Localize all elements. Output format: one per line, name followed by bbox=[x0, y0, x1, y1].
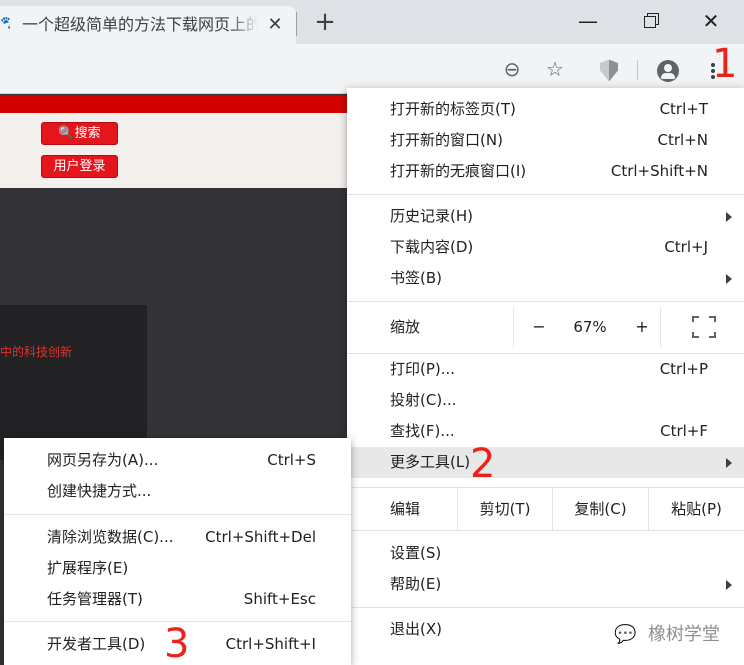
menu-item-label: 书签(B) bbox=[390, 269, 442, 287]
menu-item-more-tools[interactable]: 更多工具(L) bbox=[347, 447, 744, 478]
watermark-text: 橡树学堂 bbox=[648, 624, 720, 645]
close-tab-icon[interactable]: ✕ bbox=[263, 13, 287, 37]
page-login-button[interactable]: 用户登录 bbox=[41, 155, 118, 178]
menu-item-shortcut: Ctrl+Shift+N bbox=[610, 162, 708, 180]
menu-item-label: 历史记录(H) bbox=[390, 207, 473, 225]
menu-item-label: 开发者工具(D) bbox=[47, 635, 146, 653]
zoom-label: 缩放 bbox=[390, 318, 421, 336]
step-annotation-1: 1 bbox=[712, 41, 738, 87]
menu-item-new-incognito[interactable]: 打开新的无痕窗口(I) Ctrl+Shift+N bbox=[347, 156, 744, 187]
menu-item-shortcut: Ctrl+S bbox=[267, 451, 316, 469]
avatar bbox=[657, 59, 679, 82]
submenu-item-task-manager[interactable]: 任务管理器(T) Shift+Esc bbox=[4, 584, 351, 615]
zoom-in-button[interactable]: + bbox=[627, 307, 657, 347]
tab-title: 一个超级简单的方法下载网页上的 bbox=[22, 15, 258, 34]
chrome-main-menu: 打开新的标签页(T) Ctrl+T 打开新的窗口(N) Ctrl+N 打开新的无… bbox=[347, 88, 744, 665]
menu-item-cast[interactable]: 投射(C)... bbox=[347, 385, 744, 416]
bookmark-star-icon[interactable]: ☆ bbox=[542, 56, 568, 82]
submenu-item-clear-data[interactable]: 清除浏览数据(C)... Ctrl+Shift+Del bbox=[4, 522, 351, 553]
menu-divider bbox=[347, 607, 744, 608]
menu-divider bbox=[347, 301, 744, 302]
tab-divider bbox=[296, 12, 297, 36]
page-panel bbox=[0, 305, 147, 460]
edit-label: 编辑 bbox=[390, 500, 421, 518]
browser-toolbar: ⊖ ☆ bbox=[0, 44, 744, 94]
zoom-controls: − 67% + bbox=[513, 307, 661, 347]
tab-strip: 🐾 一个超级简单的方法下载网页上的 ✕ + — ✕ bbox=[0, 0, 744, 44]
menu-item-label: 打印(P)... bbox=[390, 360, 456, 378]
menu-item-shortcut: Ctrl+F bbox=[660, 422, 708, 440]
menu-item-label: 投射(C)... bbox=[390, 391, 457, 409]
paw-icon: 🐾 bbox=[0, 16, 10, 32]
menu-item-label: 更多工具(L) bbox=[390, 453, 471, 471]
zoom-level: 67% bbox=[573, 318, 607, 336]
menu-item-help[interactable]: 帮助(E) bbox=[347, 569, 744, 600]
new-tab-button[interactable]: + bbox=[310, 8, 340, 38]
fullscreen-icon[interactable] bbox=[692, 316, 716, 338]
submenu-item-extensions[interactable]: 扩展程序(E) bbox=[4, 553, 351, 584]
browser-tab[interactable]: 🐾 一个超级简单的方法下载网页上的 ✕ bbox=[0, 6, 296, 44]
menu-item-shortcut: Ctrl+N bbox=[657, 131, 708, 149]
menu-item-label: 下载内容(D) bbox=[390, 238, 474, 256]
submenu-item-create-shortcut[interactable]: 创建快捷方式... bbox=[4, 476, 351, 507]
wechat-icon: 💬 bbox=[614, 624, 637, 645]
menu-item-bookmarks[interactable]: 书签(B) bbox=[347, 263, 744, 294]
cut-button[interactable]: 剪切(T) bbox=[457, 488, 552, 530]
menu-item-history[interactable]: 历史记录(H) bbox=[347, 201, 744, 232]
account-icon[interactable] bbox=[655, 56, 681, 82]
menu-item-settings[interactable]: 设置(S) bbox=[347, 538, 744, 569]
menu-divider bbox=[4, 514, 351, 515]
menu-item-shortcut: Ctrl+J bbox=[664, 238, 708, 256]
menu-item-label: 打开新的标签页(T) bbox=[390, 100, 516, 118]
menu-item-shortcut: Ctrl+T bbox=[659, 100, 708, 118]
menu-divider bbox=[347, 530, 744, 531]
menu-item-shortcut: Ctrl+Shift+I bbox=[225, 635, 316, 653]
submenu-arrow-icon bbox=[726, 212, 732, 222]
menu-item-shortcut: Ctrl+Shift+Del bbox=[205, 528, 316, 546]
maximize-button[interactable] bbox=[625, 6, 675, 36]
page-panel-text[interactable]: 中的科技创新 bbox=[0, 343, 147, 361]
menu-item-find[interactable]: 查找(F)... Ctrl+F bbox=[347, 416, 744, 447]
menu-item-shortcut: Shift+Esc bbox=[243, 590, 316, 608]
restore-icon-back bbox=[644, 16, 656, 28]
menu-item-label: 帮助(E) bbox=[390, 575, 442, 593]
menu-item-shortcut: Ctrl+P bbox=[659, 360, 708, 378]
watermark: 💬 橡树学堂 bbox=[614, 620, 740, 650]
menu-item-label: 查找(F)... bbox=[390, 422, 455, 440]
zoom-row: 缩放 − 67% + bbox=[347, 307, 744, 347]
submenu-item-save-page[interactable]: 网页另存为(A)... Ctrl+S bbox=[4, 445, 351, 476]
menu-item-label: 打开新的无痕窗口(I) bbox=[390, 162, 527, 180]
menu-item-label: 设置(S) bbox=[390, 544, 442, 562]
shield-extension-icon[interactable] bbox=[596, 56, 622, 82]
menu-item-downloads[interactable]: 下载内容(D) Ctrl+J bbox=[347, 232, 744, 263]
menu-item-label: 扩展程序(E) bbox=[47, 559, 129, 577]
minimize-button[interactable]: — bbox=[563, 6, 613, 36]
menu-item-label: 清除浏览数据(C)... bbox=[47, 528, 174, 546]
menu-item-new-window[interactable]: 打开新的窗口(N) Ctrl+N bbox=[347, 125, 744, 156]
page-search-button[interactable]: 🔍搜索 bbox=[41, 122, 118, 145]
menu-item-label: 网页另存为(A)... bbox=[47, 451, 159, 469]
page-red-bar bbox=[0, 95, 360, 113]
menu-item-label: 创建快捷方式... bbox=[47, 482, 152, 500]
paste-button[interactable]: 粘贴(P) bbox=[648, 488, 744, 530]
menu-item-new-tab[interactable]: 打开新的标签页(T) Ctrl+T bbox=[347, 94, 744, 125]
submenu-arrow-icon bbox=[726, 458, 732, 468]
submenu-arrow-icon bbox=[726, 580, 732, 590]
toolbar-divider bbox=[637, 60, 638, 80]
zoom-out-icon[interactable]: ⊖ bbox=[499, 56, 525, 82]
submenu-arrow-icon bbox=[726, 274, 732, 284]
menu-item-label: 打开新的窗口(N) bbox=[390, 131, 503, 149]
edit-row: 编辑 剪切(T) 复制(C) 粘贴(P) bbox=[347, 488, 744, 530]
menu-item-print[interactable]: 打印(P)... Ctrl+P bbox=[347, 354, 744, 385]
close-window-button[interactable]: ✕ bbox=[686, 6, 736, 36]
zoom-out-button[interactable]: − bbox=[524, 307, 554, 347]
menu-item-label: 任务管理器(T) bbox=[47, 590, 143, 608]
menu-item-label: 退出(X) bbox=[390, 620, 442, 638]
shield-icon bbox=[600, 59, 618, 82]
copy-button[interactable]: 复制(C) bbox=[552, 488, 648, 530]
step-annotation-2: 2 bbox=[470, 441, 496, 487]
step-annotation-3: 3 bbox=[164, 621, 190, 665]
menu-divider bbox=[347, 194, 744, 195]
